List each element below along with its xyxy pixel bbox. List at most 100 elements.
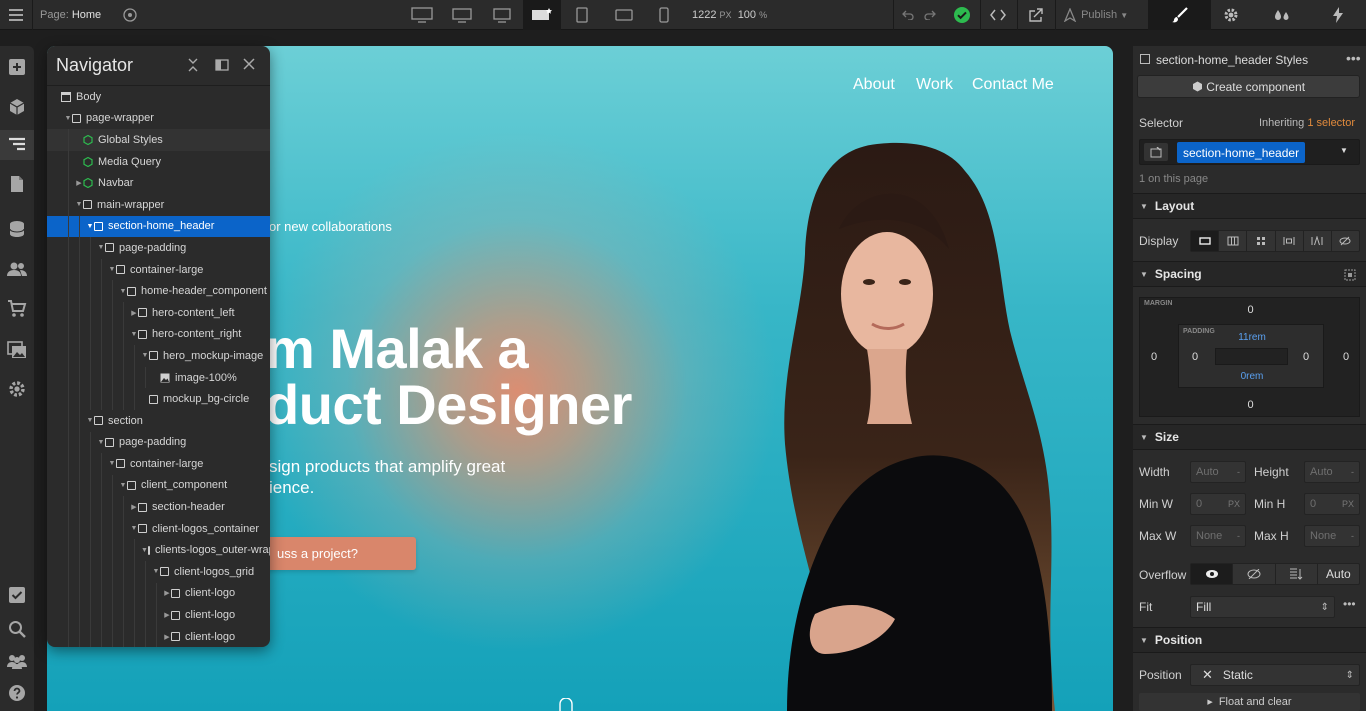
audit-checkbox-icon[interactable] [0, 580, 34, 610]
ecommerce-cart-icon[interactable] [0, 294, 34, 324]
search-icon[interactable] [0, 614, 34, 644]
caret-down-icon[interactable]: ▼ [75, 201, 83, 208]
navigator-tree-row[interactable]: ▼ container-large [47, 453, 270, 475]
undo-icon[interactable] [898, 0, 918, 30]
margin-bottom-value[interactable]: 0 [1140, 399, 1361, 411]
navigator-tree-row[interactable]: ▼ page-padding [47, 237, 270, 259]
navigator-tree-row[interactable]: ▼ client-logos_grid [47, 561, 270, 583]
users-icon[interactable] [0, 254, 34, 284]
site-nav-about-link[interactable]: About [853, 76, 895, 94]
redo-icon[interactable] [920, 0, 940, 30]
fit-select[interactable]: Fill ⇕ [1190, 596, 1335, 618]
margin-top-value[interactable]: 0 [1140, 304, 1361, 316]
navigator-tree-row[interactable]: ▶ client-logo [47, 625, 270, 647]
caret-right-icon[interactable]: ▶ [75, 179, 83, 187]
overflow-auto-option[interactable]: Auto [1318, 564, 1359, 584]
style-panel-tab-brush-icon[interactable] [1149, 0, 1211, 30]
breakpoint-landscape-icon[interactable] [610, 0, 638, 30]
style-manager-drops-icon[interactable] [1262, 0, 1302, 30]
breakpoint-large-desktop-icon[interactable] [404, 0, 440, 30]
caret-down-icon[interactable]: ▼ [141, 547, 148, 554]
display-inline-block-icon[interactable] [1276, 231, 1304, 251]
display-none-icon[interactable] [1332, 231, 1359, 251]
app-settings-gear-icon[interactable] [0, 374, 34, 404]
navigator-tree-row[interactable]: ▼ client_component [47, 474, 270, 497]
navigator-tree-row[interactable]: ▶ section-header [47, 496, 270, 518]
padding-left-value[interactable]: 0 [1192, 351, 1198, 363]
navigator-tree-row[interactable]: image-100% [47, 366, 270, 389]
breakpoint-base-icon[interactable] [523, 0, 561, 30]
caret-down-icon[interactable]: ▼ [152, 568, 160, 575]
min-height-input[interactable]: 0 PX [1304, 493, 1360, 515]
spacing-box-icon[interactable] [1344, 269, 1356, 281]
navigator-tree-row[interactable]: ▶ client-logo [47, 604, 270, 626]
assets-images-icon[interactable] [0, 335, 34, 365]
caret-right-icon[interactable]: ▶ [163, 633, 171, 641]
eye-preview-icon[interactable] [122, 0, 138, 30]
selector-chip[interactable]: section-home_header [1177, 142, 1306, 163]
selector-dropdown-chevron-icon[interactable]: ▼ [1340, 146, 1348, 155]
fit-more-options-icon[interactable]: ••• [1343, 597, 1356, 611]
caret-right-icon[interactable]: ▶ [163, 611, 171, 619]
navigator-tree-row[interactable]: ▼ section-home_header [47, 215, 270, 238]
caret-down-icon[interactable]: ▼ [108, 266, 116, 273]
caret-down-icon[interactable]: ▼ [97, 439, 105, 446]
position-section-header[interactable]: ▼ Position [1133, 627, 1366, 653]
navigator-tree-row[interactable]: ▼ hero-content_right [47, 323, 270, 346]
padding-right-value[interactable]: 0 [1303, 351, 1309, 363]
site-nav-contact-link[interactable]: Contact Me [972, 76, 1054, 94]
navigator-tree-row[interactable]: ▶ client-logo [47, 582, 270, 605]
display-grid-icon[interactable] [1247, 231, 1276, 251]
padding-box[interactable]: PADDING 11rem 0rem 0 0 [1178, 324, 1324, 388]
caret-down-icon[interactable]: ▼ [141, 352, 149, 359]
more-options-icon[interactable]: ••• [1346, 50, 1361, 66]
caret-down-icon[interactable]: ▼ [97, 244, 105, 251]
caret-down-icon[interactable]: ▼ [108, 460, 116, 467]
breakpoint-desktop-icon[interactable] [484, 0, 520, 30]
caret-down-icon[interactable]: ▼ [64, 115, 72, 122]
navigator-tree-row[interactable]: Media Query [47, 150, 270, 173]
navigator-tree-row[interactable]: ▶ hero-content_left [47, 301, 270, 324]
navigator-tree-row[interactable]: ▼ page-wrapper [47, 108, 270, 130]
navigator-tree-row[interactable]: Body [47, 86, 270, 108]
help-question-icon[interactable] [0, 678, 34, 708]
padding-top-value[interactable]: 11rem [1179, 332, 1325, 343]
dock-panel-icon[interactable] [215, 58, 229, 72]
navigator-tree-row[interactable]: ▼ client-logos_container [47, 517, 270, 540]
overflow-scroll-icon[interactable] [1276, 564, 1318, 584]
size-section-header[interactable]: ▼ Size [1133, 424, 1366, 450]
canvas-size-readout[interactable]: 1222 PX 100 % [692, 0, 767, 30]
position-select[interactable]: ✕ Static ⇕ [1190, 664, 1360, 686]
margin-box[interactable]: MARGIN 0 0 0 0 PADDING 11rem 0rem 0 0 [1139, 297, 1360, 417]
code-export-icon[interactable] [982, 0, 1014, 30]
navigator-tree-row[interactable]: mockup_bg-circle [47, 388, 270, 410]
cms-database-icon[interactable] [0, 214, 34, 244]
navigator-tree-row[interactable]: ▼ page-padding [47, 431, 270, 454]
navigator-tree-row[interactable]: ▼ section [47, 409, 270, 432]
close-icon[interactable] [243, 58, 255, 70]
caret-down-icon[interactable]: ▼ [119, 288, 127, 295]
layout-section-header[interactable]: ▼ Layout [1133, 193, 1366, 219]
height-input[interactable]: Auto - [1304, 461, 1360, 483]
display-inline-icon[interactable] [1304, 231, 1332, 251]
navigator-tree-row[interactable]: ▼ main-wrapper [47, 193, 270, 216]
navigator-tree-row[interactable]: ▶ Navbar [47, 172, 270, 194]
collaborators-icon[interactable] [0, 646, 34, 676]
overflow-visible-eye-icon[interactable] [1191, 564, 1234, 584]
breakpoint-phone-icon[interactable] [650, 0, 678, 30]
add-elements-icon[interactable] [0, 52, 34, 82]
margin-left-value[interactable]: 0 [1151, 351, 1157, 363]
breakpoint-tablet-icon[interactable] [568, 0, 596, 30]
min-width-input[interactable]: 0 PX [1190, 493, 1246, 515]
navigator-tree-row[interactable]: ▼ container-large [47, 258, 270, 281]
site-nav-work-link[interactable]: Work [916, 76, 953, 94]
caret-down-icon[interactable]: ▼ [119, 482, 127, 489]
pages-icon[interactable] [0, 169, 34, 199]
caret-right-icon[interactable]: ▶ [130, 503, 138, 511]
breakpoint-desktop-wide-icon[interactable] [444, 0, 480, 30]
settings-gear-icon[interactable] [1211, 0, 1251, 30]
navigator-tree-row[interactable]: ▼ clients-logos_outer-wrap [47, 539, 270, 562]
navigator-tree-row[interactable]: ▼ home-header_component [47, 280, 270, 302]
caret-down-icon[interactable]: ▼ [130, 525, 138, 532]
max-height-input[interactable]: None - [1304, 525, 1360, 547]
